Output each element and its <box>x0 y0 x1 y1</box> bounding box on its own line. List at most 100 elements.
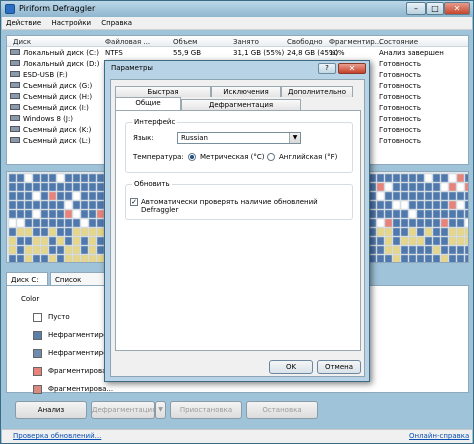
cluster-block <box>384 182 393 192</box>
cluster-block <box>80 200 89 210</box>
cluster-block <box>72 209 81 219</box>
col-status[interactable]: Состояние <box>379 38 418 46</box>
cluster-block <box>48 218 57 228</box>
tab-drive-c[interactable]: Диск C: <box>6 272 48 286</box>
menu-help[interactable]: Справка <box>97 17 136 29</box>
legend-label: Пусто <box>48 313 70 321</box>
cluster-block <box>8 227 17 237</box>
cluster-block <box>432 209 441 219</box>
cluster-block <box>72 182 81 192</box>
drive-list-header: Диск Файловая ... Объем Занято Свободно … <box>7 36 468 47</box>
cluster-block <box>368 254 377 262</box>
language-select[interactable]: Russian ▼ <box>177 132 301 144</box>
cluster-block <box>8 218 17 228</box>
auto-update-checkbox[interactable]: ✓ <box>130 198 138 206</box>
cluster-block <box>8 245 17 255</box>
cluster-block <box>400 200 409 210</box>
dialog-close-button[interactable]: ✕ <box>338 63 366 74</box>
cluster-block <box>424 191 433 201</box>
cluster-block <box>432 173 441 183</box>
ok-button[interactable]: OK <box>269 360 313 374</box>
tab-defragmentation[interactable]: Дефрагментация <box>181 99 301 110</box>
tab-exclusions[interactable]: Исключения <box>211 86 281 97</box>
cluster-block <box>16 254 25 262</box>
online-help-link[interactable]: Онлайн-справка <box>409 432 469 440</box>
cluster-block <box>408 191 417 201</box>
cluster-block <box>448 218 457 228</box>
cluster-block <box>80 173 89 183</box>
menu-action[interactable]: Действие <box>2 17 45 29</box>
cluster-block <box>376 227 385 237</box>
tab-quick-defrag[interactable]: Быстрая дефрагментация <box>115 86 211 106</box>
cluster-block <box>400 254 409 262</box>
cancel-button[interactable]: Отмена <box>317 360 361 374</box>
drive-cell: Съемный диск (G:) <box>23 82 93 90</box>
analyze-button[interactable]: Анализ <box>15 401 87 419</box>
cluster-block <box>96 200 105 210</box>
hard-drive-icon <box>10 137 20 143</box>
cluster-block <box>440 236 449 246</box>
cluster-block <box>64 254 73 262</box>
cluster-block <box>72 227 81 237</box>
cluster-block <box>400 173 409 183</box>
defrag-button[interactable]: Дефрагментация <box>91 401 156 419</box>
cluster-block <box>440 173 449 183</box>
cluster-block <box>8 182 17 192</box>
cluster-block <box>384 254 393 262</box>
tab-file-list[interactable]: Список фай... <box>50 272 110 292</box>
check-updates-link[interactable]: Проверка обновлений... <box>13 432 101 440</box>
col-filesystem[interactable]: Файловая ... <box>105 38 150 46</box>
tab-general[interactable]: Общие <box>115 97 181 110</box>
cluster-block <box>64 173 73 183</box>
cluster-block <box>456 209 465 219</box>
cluster-block <box>416 227 425 237</box>
fahrenheit-radio[interactable] <box>267 153 275 161</box>
chevron-down-icon: ▼ <box>289 133 300 143</box>
cluster-block <box>16 209 25 219</box>
cluster-block <box>56 182 65 192</box>
drive-cell: Съемный диск (I:) <box>23 104 89 112</box>
dialog-help-button[interactable]: ? <box>318 63 336 74</box>
cluster-block <box>416 191 425 201</box>
col-free[interactable]: Свободно <box>287 38 323 46</box>
auto-update-label: Автоматически проверять наличие обновлен… <box>141 198 318 214</box>
col-disk[interactable]: Диск <box>13 38 31 46</box>
legend-label: Фрагментирова... <box>48 385 114 393</box>
cluster-block <box>368 173 377 183</box>
cluster-block <box>64 227 73 237</box>
col-fragmentation[interactable]: Фрагментир... <box>329 38 381 46</box>
stop-button[interactable]: Остановка <box>246 401 318 419</box>
minimize-button[interactable]: – <box>406 2 426 15</box>
cluster-block <box>376 245 385 255</box>
cluster-block <box>368 227 377 237</box>
cluster-block <box>400 236 409 246</box>
cluster-block <box>40 200 49 210</box>
legend-swatch <box>33 313 42 322</box>
drive-row[interactable]: Локальный диск (C:) NTFS 55,9 GB 31,1 GB (5… <box>7 48 468 59</box>
cluster-block <box>432 245 441 255</box>
close-button[interactable]: ✕ <box>444 2 470 15</box>
tab-advanced[interactable]: Дополнительно <box>281 86 353 97</box>
maximize-button[interactable]: □ <box>426 2 444 15</box>
col-capacity[interactable]: Объем <box>173 38 197 46</box>
legend-swatch <box>33 385 42 394</box>
col-used[interactable]: Занято <box>233 38 259 46</box>
cluster-block <box>96 191 105 201</box>
cluster-block <box>72 191 81 201</box>
hard-drive-icon <box>10 82 20 88</box>
cluster-block <box>416 218 425 228</box>
cluster-block <box>392 209 401 219</box>
cluster-block <box>408 236 417 246</box>
cluster-block <box>392 218 401 228</box>
cluster-block <box>400 191 409 201</box>
cluster-block <box>16 227 25 237</box>
defrag-dropdown-arrow[interactable]: ▼ <box>155 401 166 419</box>
cluster-block <box>64 200 73 210</box>
pause-button[interactable]: Приостановка <box>170 401 242 419</box>
cluster-block <box>88 218 97 228</box>
menu-settings[interactable]: Настройки <box>47 17 95 29</box>
window-title: Piriform Defraggler <box>19 4 96 13</box>
cluster-block <box>392 182 401 192</box>
celsius-radio[interactable] <box>188 153 196 161</box>
cluster-block <box>432 191 441 201</box>
